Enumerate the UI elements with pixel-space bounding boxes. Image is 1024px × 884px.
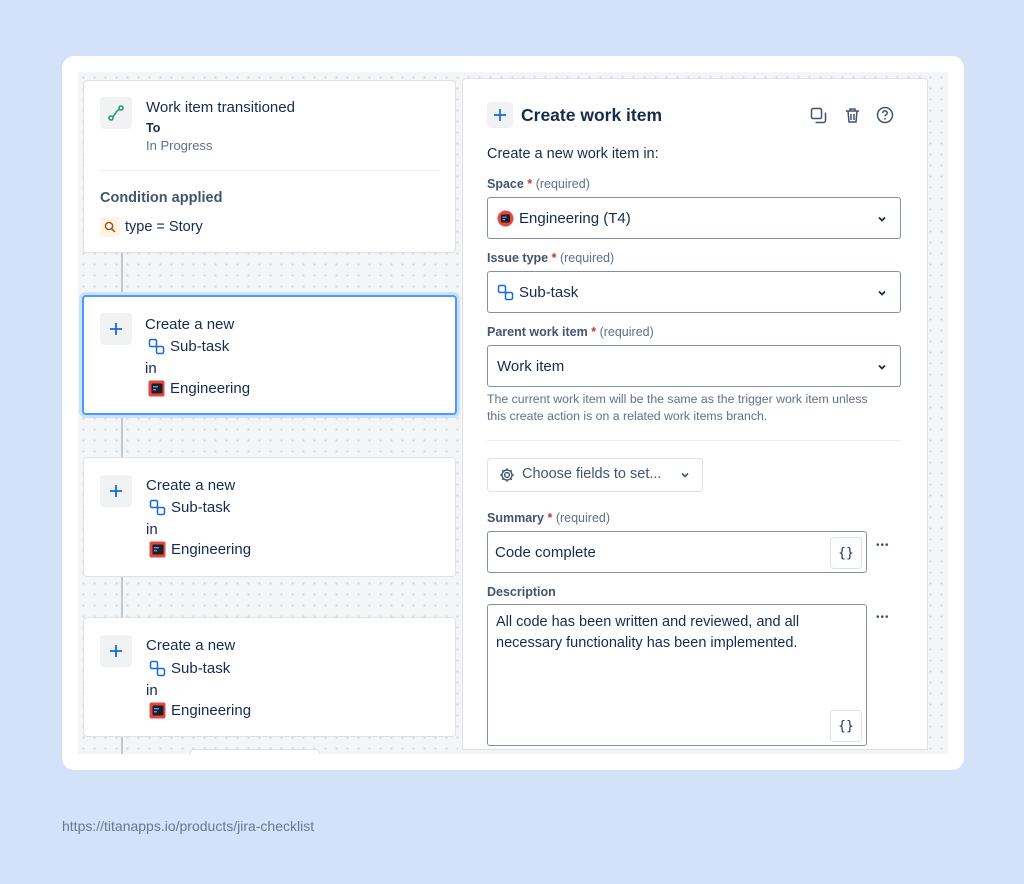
connector-line (121, 415, 123, 457)
chevron-down-icon (878, 364, 886, 370)
add-component-stub[interactable] (190, 749, 320, 754)
search-icon (100, 217, 120, 237)
description-line1: All code has been written and reviewed, … (496, 614, 800, 630)
duplicate-icon[interactable] (804, 101, 832, 129)
subtask-icon (149, 660, 166, 677)
description-textarea[interactable]: All code has been written and reviewed, … (487, 604, 867, 746)
action-card[interactable]: Create a new Sub-task in Engineering (83, 457, 456, 577)
plus-icon (100, 475, 132, 507)
summary-label: Summary * (required) (487, 511, 611, 525)
parent-select[interactable]: Work item (487, 345, 901, 387)
action-space: Engineering (171, 541, 252, 558)
panel-subtitle: Create a new work item in: (487, 146, 659, 162)
action-line1: Create a new (146, 477, 236, 494)
connector-line (121, 253, 123, 295)
trigger-to-label: To (146, 121, 161, 135)
engineering-space-icon (497, 210, 514, 227)
action-line1: Create a new (146, 637, 236, 654)
parent-label: Parent work item * (required) (487, 325, 654, 339)
description-line2: necessary functionality has been impleme… (496, 635, 798, 651)
condition-text: type = Story (125, 219, 203, 235)
plus-icon (100, 635, 132, 667)
engineering-space-icon (149, 541, 166, 558)
space-value: Engineering (T4) (519, 210, 631, 227)
parent-help-line2: this create action is on a related work … (487, 409, 768, 423)
action-in: in (145, 360, 157, 377)
engineering-space-icon (149, 702, 166, 719)
chevron-down-icon (681, 472, 689, 478)
chevron-down-icon (878, 290, 886, 296)
choose-fields-button[interactable]: Choose fields to set... (487, 458, 703, 492)
summary-value: Code complete (495, 544, 596, 561)
subtask-icon (149, 499, 166, 516)
summary-input[interactable]: Code complete {} (487, 531, 867, 573)
action-issue-type: Sub-task (170, 338, 230, 355)
more-actions-icon[interactable]: ••• (876, 540, 890, 551)
parent-help-line1: The current work item will be the same a… (487, 392, 868, 406)
action-issue-type: Sub-task (171, 499, 231, 516)
trigger-status: In Progress (146, 138, 213, 153)
space-label: Space * (required) (487, 177, 590, 191)
action-card[interactable]: Create a new Sub-task in Engineering (82, 295, 457, 415)
action-issue-type: Sub-task (171, 660, 231, 677)
plus-icon (487, 102, 513, 128)
subtask-icon (148, 338, 165, 355)
description-label: Description (487, 585, 556, 599)
issue-type-label: Issue type * (required) (487, 251, 615, 265)
action-in: in (146, 682, 158, 699)
panel-title: Create work item (521, 105, 663, 125)
action-line1: Create a new (145, 316, 235, 333)
trigger-title: Work item transitioned (146, 99, 295, 116)
smart-value-button[interactable]: {} (830, 537, 862, 569)
trash-icon[interactable] (838, 101, 866, 129)
source-url: https://titanapps.io/products/jira-check… (62, 818, 315, 834)
action-card[interactable]: Create a new Sub-task in Engineering (83, 617, 456, 737)
config-panel: Create work item Create a new work item … (462, 78, 928, 750)
gear-icon (500, 468, 514, 482)
engineering-space-icon (148, 380, 165, 397)
condition-heading: Condition applied (100, 190, 223, 206)
connector-line (121, 577, 123, 617)
trigger-card[interactable]: Work item transitioned To In Progress Co… (83, 80, 456, 253)
chevron-down-icon (878, 216, 886, 222)
issue-type-value: Sub-task (519, 284, 579, 301)
divider (487, 440, 901, 441)
parent-value: Work item (497, 358, 565, 375)
plus-icon (100, 313, 132, 345)
subtask-icon (497, 284, 514, 301)
choose-fields-label: Choose fields to set... (522, 466, 662, 482)
help-icon[interactable] (871, 101, 899, 129)
connector-line (121, 737, 123, 754)
issue-type-select[interactable]: Sub-task (487, 271, 901, 313)
action-space: Engineering (171, 702, 252, 719)
transition-icon (100, 97, 132, 129)
smart-value-button[interactable]: {} (830, 710, 862, 742)
action-space: Engineering (170, 380, 251, 397)
space-select[interactable]: Engineering (T4) (487, 197, 901, 239)
divider (100, 170, 439, 171)
action-in: in (146, 521, 158, 538)
more-actions-icon[interactable]: ••• (876, 612, 890, 623)
